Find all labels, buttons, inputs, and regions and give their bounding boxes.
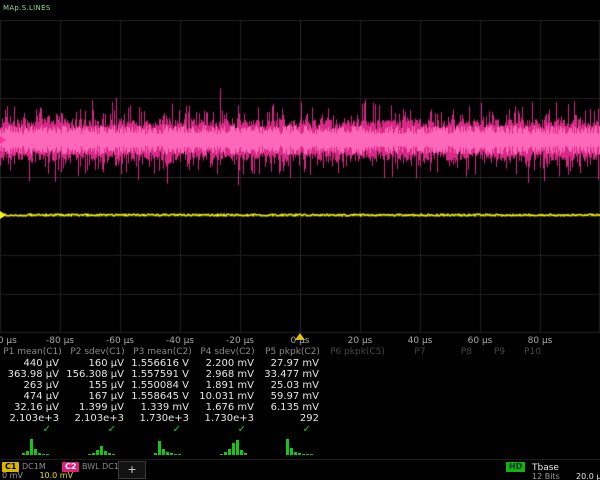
histicon-p5[interactable] xyxy=(286,437,314,455)
measure-value: 33.477 mV xyxy=(260,369,325,380)
measure-status-check: ✓ xyxy=(260,424,325,435)
measure-value: 59.97 mV xyxy=(260,391,325,402)
measure-value: 2.200 mV xyxy=(195,358,260,369)
measure-row-max: 474 µV 167 µV 1.558645 V 10.031 mV 59.97… xyxy=(0,391,600,402)
timebase-descriptor[interactable]: HD Tbase 12 Bits 20.0 µs xyxy=(500,460,600,480)
measure-value: 363.98 µV xyxy=(0,369,65,380)
c1-offset-value: 0 mV xyxy=(2,471,23,480)
measure-status-check: ✓ xyxy=(195,424,260,435)
time-axis-label: -80 µs xyxy=(46,336,74,346)
measure-status-check: ✓ xyxy=(65,424,130,435)
measure-value: 1.557591 V xyxy=(130,369,195,380)
measure-value: 10.031 mV xyxy=(195,391,260,402)
add-trace-button[interactable]: + xyxy=(118,461,146,479)
time-axis-label: -60 µs xyxy=(106,336,134,346)
c1-vdiv-value: 10.0 mV xyxy=(39,471,73,480)
histicon-row xyxy=(0,436,600,457)
measure-value: 1.556616 V xyxy=(130,358,195,369)
measure-header-row: P1 mean(C1) P2 sdev(C1) P3 mean(C2) P4 s… xyxy=(0,347,600,358)
bottom-bar: C1 DC1M C2 BWL DC1M 0 mV 10.0 mV + HD Tb… xyxy=(0,459,600,480)
measure-status-check: ✓ xyxy=(130,424,195,435)
measure-status-row: ✓ ✓ ✓ ✓ ✓ xyxy=(0,424,600,435)
measure-value: 1.730e+3 xyxy=(130,413,195,424)
measure-row-num: 2.103e+3 2.103e+3 1.730e+3 1.730e+3 292 xyxy=(0,413,600,424)
measure-row-value: 440 µV 160 µV 1.556616 V 2.200 mV 27.97 … xyxy=(0,358,600,369)
measure-header-p6[interactable]: P6 pkpk(C5) xyxy=(325,347,390,358)
measure-header-p10[interactable]: P10 xyxy=(516,347,549,358)
c1-coupling: DC1M xyxy=(22,462,46,471)
measure-header-p2[interactable]: P2 sdev(C1) xyxy=(65,347,130,358)
measure-row-mean: 363.98 µV 156.308 µV 1.557591 V 2.968 mV… xyxy=(0,369,600,380)
hd-mode-badge: HD xyxy=(506,462,525,472)
measure-header-p1[interactable]: P1 mean(C1) xyxy=(0,347,65,358)
measure-header-p8[interactable]: P8 xyxy=(450,347,483,358)
measure-value: 263 µV xyxy=(0,380,65,391)
time-axis-label: -20 µs xyxy=(226,336,254,346)
measure-row-sdev: 32.16 µV 1.399 µV 1.339 mV 1.676 mV 6.13… xyxy=(0,402,600,413)
measure-value: 2.103e+3 xyxy=(0,413,65,424)
measure-value: 1.399 µV xyxy=(65,402,130,413)
c1-values: 0 mV 10.0 mV xyxy=(2,471,73,480)
c1-offset-marker[interactable] xyxy=(0,211,6,219)
histicon-p3[interactable] xyxy=(154,437,182,455)
top-left-status-label: MAp.S.LINES xyxy=(3,4,51,12)
measure-value: 1.730e+3 xyxy=(195,413,260,424)
measure-value: 167 µV xyxy=(65,391,130,402)
measure-value: 440 µV xyxy=(0,358,65,369)
measure-value: 1.676 mV xyxy=(195,402,260,413)
histicon-p2[interactable] xyxy=(88,437,116,455)
measure-value: 160 µV xyxy=(65,358,130,369)
waveform-display[interactable] xyxy=(0,20,600,333)
measure-value: 27.97 mV xyxy=(260,358,325,369)
time-axis-label: 60 µs xyxy=(468,336,493,346)
measure-status-check: ✓ xyxy=(0,424,65,435)
measure-row-min: 263 µV 155 µV 1.550084 V 1.891 mV 25.03 … xyxy=(0,380,600,391)
measure-value: 32.16 µV xyxy=(0,402,65,413)
measure-value: 1.891 mV xyxy=(195,380,260,391)
measure-header-p4[interactable]: P4 sdev(C2) xyxy=(195,347,260,358)
time-axis-label: 40 µs xyxy=(408,336,433,346)
timebase-tdiv: 20.0 µs xyxy=(576,472,600,480)
time-axis-label: -40 µs xyxy=(166,336,194,346)
measure-value: 156.308 µV xyxy=(65,369,130,380)
measure-header-p7[interactable]: P7 xyxy=(390,347,450,358)
measure-header-p3[interactable]: P3 mean(C2) xyxy=(130,347,195,358)
time-axis: -100 µs -80 µs -60 µs -40 µs -20 µs 0 µs… xyxy=(0,333,600,347)
measure-value: 292 xyxy=(260,413,325,424)
measure-value: 25.03 mV xyxy=(260,380,325,391)
measure-value: 6.135 mV xyxy=(260,402,325,413)
waveform-canvas xyxy=(0,20,600,333)
c2-offset-marker[interactable] xyxy=(0,136,6,144)
time-axis-label: 0 µs xyxy=(290,336,309,346)
measure-value: 2.103e+3 xyxy=(65,413,130,424)
time-axis-label: 80 µs xyxy=(528,336,553,346)
oscilloscope-screen: MAp.S.LINES -100 µs -80 µs -60 µs -40 µs… xyxy=(0,0,600,480)
histicon-p1[interactable] xyxy=(22,437,50,455)
measure-value: 1.339 mV xyxy=(130,402,195,413)
measure-value: 1.558645 V xyxy=(130,391,195,402)
measure-value: 155 µV xyxy=(65,380,130,391)
measure-header-p5[interactable]: P5 pkpk(C2) xyxy=(260,347,325,358)
measurement-table: P1 mean(C1) P2 sdev(C1) P3 mean(C2) P4 s… xyxy=(0,347,600,435)
timebase-bits: 12 Bits xyxy=(532,472,560,480)
measure-header-p9[interactable]: P9 xyxy=(483,347,516,358)
time-axis-label: -100 µs xyxy=(0,336,17,346)
measure-value: 2.968 mV xyxy=(195,369,260,380)
time-axis-label: 20 µs xyxy=(348,336,373,346)
measure-value: 1.550084 V xyxy=(130,380,195,391)
measure-value: 474 µV xyxy=(0,391,65,402)
histicon-p4[interactable] xyxy=(220,437,248,455)
